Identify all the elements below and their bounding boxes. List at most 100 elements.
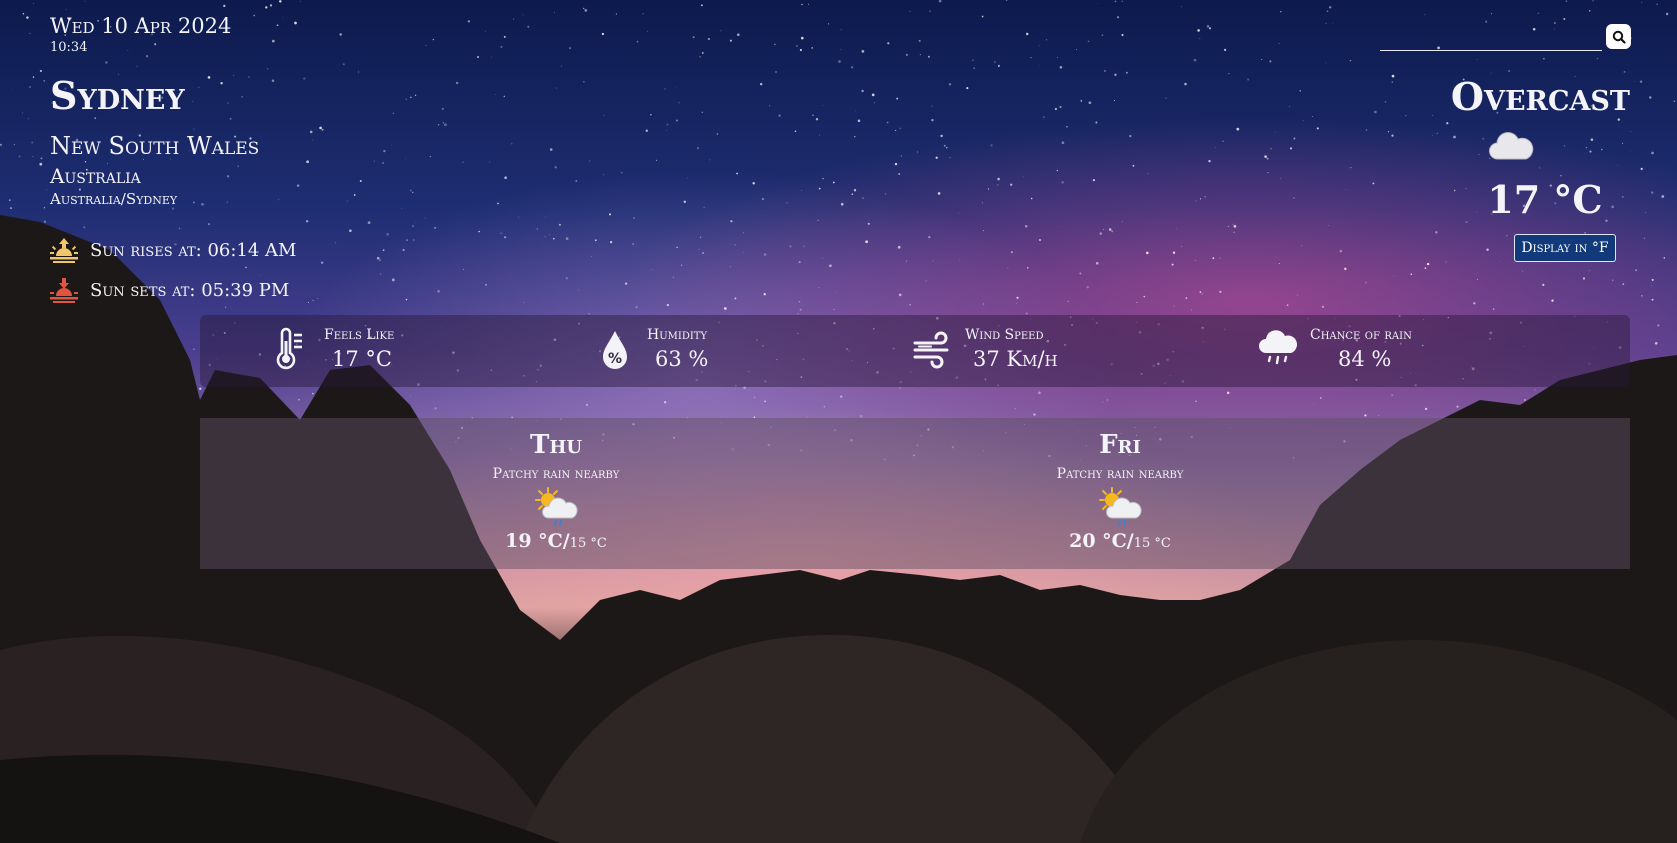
stat-wind-speed: Wind Speed 37 Km/h bbox=[913, 327, 1058, 371]
star bbox=[948, 83, 952, 86]
star bbox=[589, 160, 591, 162]
star bbox=[635, 306, 638, 309]
star bbox=[775, 71, 777, 73]
star bbox=[306, 160, 309, 164]
star bbox=[1321, 305, 1325, 309]
star bbox=[896, 97, 899, 100]
star bbox=[1623, 410, 1625, 412]
star bbox=[50, 407, 52, 409]
star bbox=[43, 220, 47, 223]
star bbox=[678, 101, 680, 104]
star bbox=[305, 220, 309, 223]
star bbox=[886, 121, 889, 124]
stat-value: 84 % bbox=[1338, 347, 1392, 371]
star bbox=[701, 51, 704, 54]
star bbox=[412, 191, 414, 194]
star bbox=[1043, 116, 1045, 118]
star bbox=[1329, 6, 1332, 9]
star bbox=[391, 278, 395, 282]
stat-value: 63 % bbox=[655, 347, 709, 371]
star bbox=[1641, 1, 1643, 3]
star bbox=[687, 177, 689, 179]
star bbox=[497, 202, 499, 205]
star bbox=[1293, 197, 1295, 199]
star bbox=[109, 345, 111, 347]
star bbox=[840, 29, 842, 31]
star bbox=[409, 396, 411, 398]
star bbox=[946, 147, 948, 149]
star bbox=[513, 18, 515, 20]
star bbox=[861, 50, 865, 53]
star bbox=[511, 143, 513, 145]
star bbox=[1180, 246, 1182, 248]
star bbox=[919, 54, 921, 56]
current-condition: Overcast bbox=[1450, 74, 1630, 119]
star bbox=[734, 244, 736, 246]
star bbox=[664, 401, 667, 404]
star bbox=[582, 80, 585, 83]
star bbox=[319, 126, 322, 130]
star bbox=[603, 174, 605, 176]
star bbox=[1191, 309, 1192, 311]
star bbox=[839, 395, 843, 398]
star bbox=[495, 94, 497, 95]
star bbox=[994, 61, 996, 63]
stat-label: Chance of rain bbox=[1310, 327, 1412, 343]
star bbox=[405, 158, 407, 160]
star bbox=[236, 391, 239, 394]
star bbox=[608, 213, 612, 216]
star bbox=[1171, 263, 1174, 266]
star bbox=[764, 387, 765, 388]
star bbox=[500, 232, 502, 234]
forecast-temperature: 20 °C/15 °C bbox=[990, 530, 1250, 552]
forecast-day: Thu Patchy rain nearby 19 °C/15 °C bbox=[426, 430, 686, 552]
star bbox=[307, 301, 309, 304]
star bbox=[489, 161, 491, 163]
star bbox=[406, 239, 408, 242]
star bbox=[1247, 78, 1250, 81]
star bbox=[176, 445, 179, 448]
star bbox=[1378, 414, 1380, 416]
star bbox=[798, 261, 801, 264]
star bbox=[151, 340, 154, 343]
star bbox=[601, 32, 605, 36]
star bbox=[380, 273, 382, 275]
current-temperature: 17 °C bbox=[1487, 177, 1603, 222]
display-fahrenheit-button[interactable]: Display in °F bbox=[1514, 234, 1616, 262]
star bbox=[476, 55, 480, 59]
star bbox=[1022, 176, 1024, 178]
star bbox=[1056, 169, 1058, 172]
star bbox=[503, 95, 506, 98]
search-button[interactable] bbox=[1606, 24, 1631, 49]
star bbox=[294, 21, 297, 25]
search-input[interactable] bbox=[1380, 22, 1602, 51]
star bbox=[1662, 429, 1665, 432]
star bbox=[594, 239, 597, 242]
star bbox=[38, 381, 40, 384]
star bbox=[937, 192, 941, 195]
star bbox=[1030, 57, 1032, 59]
star bbox=[130, 412, 132, 414]
sunrise-icon bbox=[50, 238, 78, 263]
star bbox=[18, 362, 20, 364]
star bbox=[549, 148, 553, 151]
star bbox=[1274, 132, 1276, 134]
star bbox=[462, 161, 464, 163]
star bbox=[703, 206, 705, 209]
star bbox=[699, 56, 701, 58]
star bbox=[1215, 146, 1216, 148]
star bbox=[8, 199, 11, 202]
star bbox=[399, 405, 402, 408]
star bbox=[240, 415, 242, 417]
star bbox=[1201, 293, 1203, 295]
star bbox=[1219, 290, 1222, 293]
sunset-text: Sun sets at: 05:39 PM bbox=[90, 279, 290, 301]
star bbox=[432, 38, 435, 41]
star bbox=[700, 4, 703, 7]
star bbox=[633, 217, 635, 219]
star bbox=[22, 12, 25, 15]
star bbox=[1222, 140, 1224, 142]
star bbox=[523, 301, 525, 303]
star bbox=[720, 30, 722, 32]
star bbox=[973, 67, 976, 70]
